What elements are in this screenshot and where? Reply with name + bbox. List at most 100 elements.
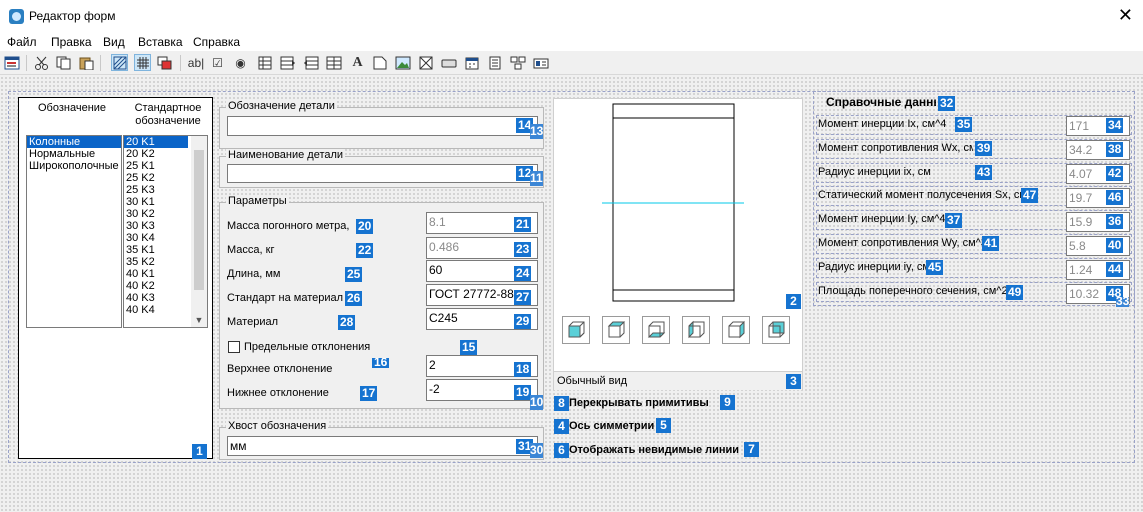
view-selector[interactable]: Обычный вид 3 <box>554 371 802 390</box>
scissors-icon[interactable] <box>33 54 50 71</box>
overlap-icon[interactable] <box>156 54 173 71</box>
text-icon[interactable]: A <box>349 54 366 71</box>
field-badge: 45 <box>926 260 944 275</box>
field-badge: 28 <box>338 315 356 330</box>
properties-icon[interactable] <box>532 54 549 71</box>
field-badge: 11 <box>530 171 543 186</box>
designation-list-item[interactable]: 20 K1 <box>124 136 188 148</box>
field-badge: 15 <box>460 340 478 355</box>
frame-icon[interactable] <box>371 54 388 71</box>
field-badge: 23 <box>514 242 532 257</box>
col-header-standard: Стандартное обозначение <box>134 102 202 127</box>
limits-label: Предельные отклонения <box>244 341 371 353</box>
view-cube-button[interactable] <box>642 316 670 344</box>
view-label: Обычный вид <box>557 375 628 387</box>
scrollbar-thumb[interactable] <box>194 150 204 290</box>
field-badge: 32 <box>938 96 956 111</box>
symmetry-axis-option[interactable]: Ось симметрии <box>569 420 654 432</box>
field-badge: 20 <box>356 219 374 234</box>
view-cube-button[interactable] <box>602 316 630 344</box>
field-badge: 3 <box>786 374 801 389</box>
textbox-icon[interactable]: ab| <box>186 54 206 71</box>
reference-label: Момент сопротивления Wy, см^3 <box>818 237 983 249</box>
overlap-primitives-option[interactable]: Перекрывать примитивы <box>569 397 709 409</box>
menu-bar: Файл Правка Вид Вставка Справка <box>0 33 1143 51</box>
detail-designation-group: Обозначение детали 14 13 <box>219 100 544 149</box>
field-badge: 46 <box>1106 190 1124 205</box>
view-cube-button[interactable] <box>562 316 590 344</box>
table-icon[interactable] <box>256 54 273 71</box>
parameters-group: Параметры Масса погонного метра, 20 8.1 … <box>219 195 544 410</box>
document-icon[interactable] <box>486 54 503 71</box>
field-badge: 38 <box>1106 142 1124 157</box>
tail-input[interactable]: мм <box>227 436 538 456</box>
field-badge: 35 <box>955 117 973 132</box>
field-badge: 27 <box>514 290 532 305</box>
type-list-item[interactable]: Нормальные <box>27 148 121 160</box>
calendar-icon[interactable] <box>463 54 480 71</box>
field-badge: 40 <box>1106 238 1124 253</box>
reference-label: Момент инерции Iy, см^4 <box>818 213 946 225</box>
reference-label: Момент инерции Ix, см^4 <box>818 118 947 130</box>
menu-edit[interactable]: Правка <box>51 35 92 49</box>
placeholder-icon[interactable] <box>417 54 434 71</box>
hidden-lines-option[interactable]: Отображать невидимые линии <box>569 444 739 456</box>
table-left-icon[interactable] <box>302 54 319 71</box>
reference-label: Момент сопротивления Wx, см^3 <box>818 142 973 154</box>
field-badge: 13 <box>530 124 544 139</box>
field-badge: 49 <box>1006 285 1024 300</box>
form-icon[interactable] <box>3 54 20 71</box>
type-list[interactable]: Колонные Нормальные Широкополочные <box>26 135 122 328</box>
limits-checkbox[interactable] <box>228 341 240 353</box>
menu-help[interactable]: Справка <box>193 35 240 49</box>
toolbar-separator <box>100 55 101 71</box>
field-badge: 22 <box>356 243 374 258</box>
field-badge: 21 <box>514 217 532 232</box>
view-cube-button[interactable] <box>722 316 750 344</box>
field-badge: 26 <box>345 291 363 306</box>
menu-view[interactable]: Вид <box>103 35 125 49</box>
field-badge: 17 <box>360 386 378 401</box>
upper-deviation-label: Верхнее отклонение <box>227 363 333 375</box>
reference-label: Площадь поперечного сечения, см^2 <box>818 285 1006 297</box>
radio-icon[interactable]: ◉ <box>232 54 249 71</box>
designation-list[interactable]: 20 K1 20 K2 25 K1 25 K2 25 K3 30 K1 30 K… <box>123 135 208 328</box>
view-cube-button[interactable] <box>762 316 790 344</box>
checkbox-icon[interactable]: ☑ <box>209 54 226 71</box>
field-badge: 33 <box>1116 297 1130 307</box>
field-badge: 41 <box>982 236 1000 251</box>
designation-scrollbar[interactable]: ▼ <box>191 136 207 327</box>
group-icon[interactable] <box>509 54 526 71</box>
paste-icon[interactable] <box>78 54 95 71</box>
type-list-item[interactable]: Колонные <box>27 136 121 148</box>
field-badge: 1 <box>192 444 207 459</box>
tail-group: Хвост обозначения мм 31 30 <box>219 420 544 460</box>
image-icon[interactable] <box>394 54 411 71</box>
app-icon <box>9 9 24 24</box>
grid-icon[interactable] <box>134 54 151 71</box>
field-badge: 9 <box>720 395 735 410</box>
group-legend: Наименование детали <box>226 149 346 161</box>
table-right-icon[interactable] <box>279 54 296 71</box>
param-label: Масса, кг <box>227 244 275 256</box>
toolbar: ab| ☑ ◉ A <box>0 51 1143 75</box>
field-badge: 4 <box>554 419 569 434</box>
menu-file[interactable]: Файл <box>7 35 37 49</box>
field-badge: 7 <box>744 442 759 457</box>
detail-name-input[interactable] <box>227 164 538 183</box>
field-badge: 42 <box>1106 166 1124 181</box>
chevron-down-icon[interactable]: ▼ <box>191 315 207 325</box>
window-title: Редактор форм <box>29 9 116 23</box>
detail-designation-input[interactable] <box>227 116 538 136</box>
table-columns-icon[interactable] <box>325 54 342 71</box>
menu-insert[interactable]: Вставка <box>138 35 183 49</box>
hatch-icon[interactable] <box>111 54 128 71</box>
close-icon[interactable]: ✕ <box>1118 5 1133 25</box>
param-label: Стандарт на материал <box>227 292 344 304</box>
reference-title: Справочные данные <box>826 95 936 109</box>
button-icon[interactable] <box>440 54 457 71</box>
copy-icon[interactable] <box>55 54 72 71</box>
lower-deviation-label: Нижнее отклонение <box>227 387 329 399</box>
view-cube-button[interactable] <box>682 316 710 344</box>
type-list-item[interactable]: Широкополочные <box>27 160 121 172</box>
